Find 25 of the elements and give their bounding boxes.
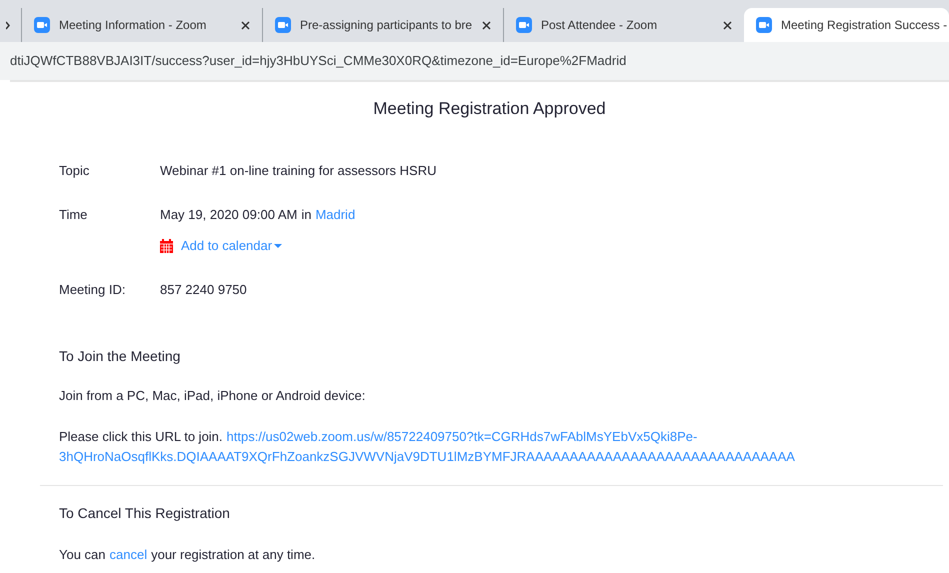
section-heading: To Join the Meeting [59, 347, 182, 365]
tab-title: Post Attendee - Zoom [541, 17, 658, 34]
caret-icon [274, 244, 282, 248]
video-camera-icon [516, 17, 532, 33]
page-title: Meeting Registration Approved [373, 98, 606, 120]
join-prompt: Please click this URL to join. [59, 428, 223, 446]
section-heading: To Cancel This Registration [59, 504, 231, 522]
tab-title: Meeting Registration Success - [781, 17, 948, 34]
topic-value: Webinar #1 on-line training for assessors HSRU [160, 162, 436, 180]
time-connector: in [301, 206, 312, 224]
device-text: Join from a PC, Mac, iPad, iPhone or Android device: [59, 387, 366, 405]
tab-title: Meeting Information - Zoom [59, 17, 208, 34]
field-label: Topic [59, 162, 90, 180]
field-label: Time [59, 206, 88, 224]
cancel-text: You can [59, 546, 106, 564]
browser-tab[interactable]: Meeting Registration Success - [744, 8, 949, 42]
tab-title: Pre-assigning participants to bre [300, 17, 473, 34]
video-camera-icon [34, 17, 50, 33]
cancel-text: your registration at any time. [151, 546, 316, 564]
meeting-id-value: 857 2240 9750 [160, 281, 247, 299]
field-label: Meeting ID: [59, 281, 126, 299]
video-camera-icon [756, 17, 772, 33]
time-value: May 19, 2020 09:00 AM [160, 206, 298, 224]
video-camera-icon [275, 17, 291, 33]
calendar-icon [160, 239, 173, 253]
